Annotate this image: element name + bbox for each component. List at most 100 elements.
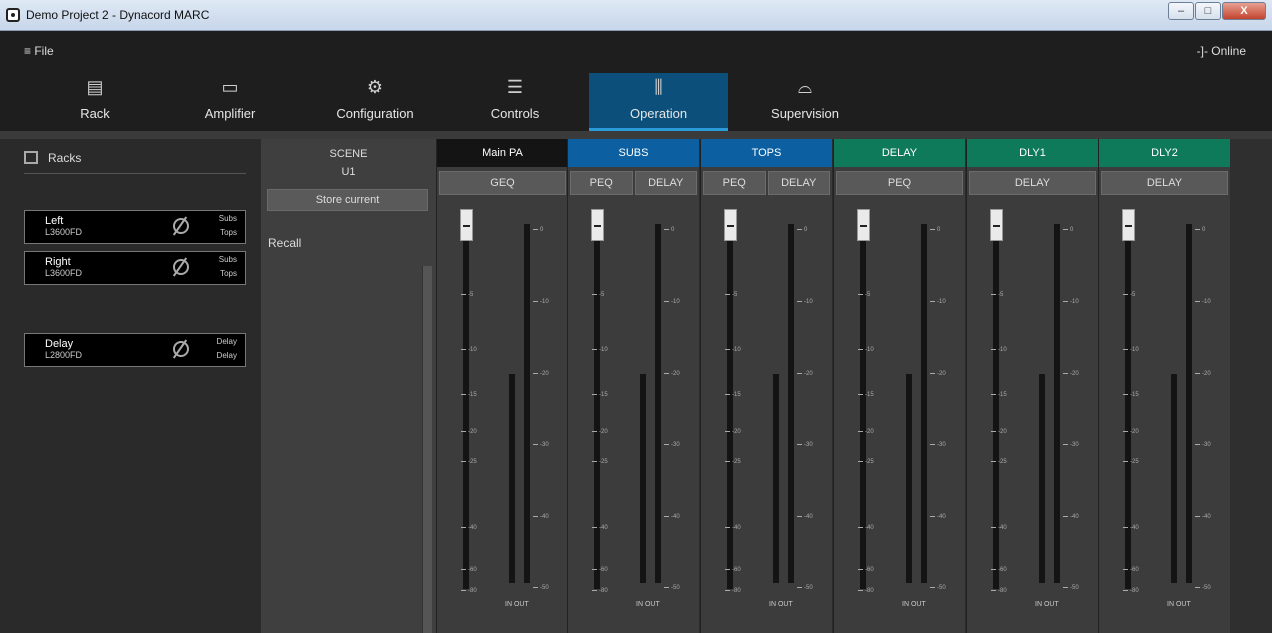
meter-in-out-label: IN OUT — [902, 601, 926, 608]
fader-scale-label: -80 — [592, 588, 608, 594]
fader-scale-label: -5 — [858, 292, 870, 298]
fader-knob[interactable] — [990, 209, 1003, 241]
gear-icon: ⚙ — [366, 76, 384, 97]
scene-panel: SCENE U1 Store current Recall — [261, 139, 436, 633]
channel-peq-button[interactable]: PEQ — [570, 171, 633, 195]
fader-knob[interactable] — [1122, 209, 1135, 241]
meter-in — [509, 374, 515, 583]
rack-item-left[interactable]: Left L3600FD Subs Tops — [24, 210, 246, 244]
fader-scale-label: -60 — [1123, 567, 1139, 573]
meter-scale-label: -20 — [1195, 371, 1211, 377]
channel-geq-button[interactable]: GEQ — [439, 171, 566, 195]
fader-scale-label: -5 — [725, 292, 737, 298]
fader-track — [594, 219, 600, 589]
channel-name[interactable]: DLY1 — [967, 139, 1098, 167]
meter-scale-label: -30 — [533, 442, 549, 448]
online-status[interactable]: -]- Online — [1197, 44, 1246, 58]
channel-delay-button[interactable]: DELAY — [767, 171, 830, 195]
fader-scale-label: -15 — [858, 392, 874, 398]
fader-scale-label: -20 — [991, 429, 1007, 435]
fader-scale-label: -15 — [461, 392, 477, 398]
meter-out — [655, 224, 661, 583]
recall-label: Recall — [268, 236, 302, 250]
close-button[interactable]: X — [1222, 2, 1266, 20]
tab-supervision[interactable]: ⌓ Supervision — [745, 73, 865, 131]
meter-scale-label: -30 — [1195, 442, 1211, 448]
fader-scale-label: -25 — [592, 459, 608, 465]
tab-amplifier[interactable]: ▭ Amplifier — [175, 73, 285, 131]
rack-item-right[interactable]: Right L3600FD Subs Tops — [24, 251, 246, 285]
right-padding — [1230, 139, 1272, 633]
channel-strip: SUBSPEQDELAY0-5-10-15-20-25-40-60-800-10… — [567, 139, 699, 633]
channel-name[interactable]: DLY2 — [1099, 139, 1230, 167]
fader-knob[interactable] — [724, 209, 737, 241]
meter-in — [1039, 374, 1045, 583]
rack-item-output-1: Delay — [216, 337, 237, 346]
rack-icon — [24, 151, 38, 164]
fader-scale-label: -5 — [461, 292, 473, 298]
fader-scale-label: -80 — [725, 588, 741, 594]
channel-peq-button[interactable]: PEQ — [836, 171, 963, 195]
channel-name[interactable]: Main PA — [437, 139, 568, 167]
channel-delay-button[interactable]: DELAY — [1101, 171, 1228, 195]
meter-scale-label: -10 — [797, 299, 813, 305]
meter-scale-label: 0 — [533, 227, 543, 233]
scene-scrollbar[interactable] — [422, 266, 432, 633]
meter-scale-label: -40 — [797, 514, 813, 520]
fader-scale-label: -10 — [461, 347, 477, 353]
fader-scale-label: -80 — [461, 588, 477, 594]
tab-rack[interactable]: ▤ Rack — [40, 73, 150, 131]
rack-item-output-2: Tops — [220, 269, 237, 278]
tab-configuration-label: Configuration — [336, 106, 414, 121]
rack-item-output-1: Subs — [218, 255, 237, 264]
fader-scale-label: -10 — [725, 347, 741, 353]
tab-configuration[interactable]: ⚙ Configuration — [315, 73, 435, 131]
rack-item-output-2: Tops — [220, 228, 237, 237]
channel-name[interactable]: SUBS — [568, 139, 699, 167]
maximize-button[interactable]: □ — [1195, 2, 1221, 20]
meter-scale-label: -40 — [1195, 514, 1211, 520]
meter-scale-label: -50 — [533, 585, 549, 591]
channel-delay-button[interactable]: DELAY — [969, 171, 1096, 195]
fader-scale-label: -10 — [592, 347, 608, 353]
channel-name[interactable]: DELAY — [834, 139, 965, 167]
channel-peq-button[interactable]: PEQ — [703, 171, 766, 195]
meter-in-out-label: IN OUT — [1035, 601, 1059, 608]
channel-delay-button[interactable]: DELAY — [634, 171, 697, 195]
meter-out — [921, 224, 927, 583]
channel-buttons: PEQ DELAY — [703, 171, 830, 195]
minimize-button[interactable]: – — [1168, 2, 1194, 20]
channel-strip: DELAYPEQ0-5-10-15-20-25-40-60-800-10-20-… — [833, 139, 965, 633]
meter-scale-label: -10 — [533, 299, 549, 305]
rack-item-delay[interactable]: Delay L2800FD Delay Delay — [24, 333, 246, 367]
tab-operation[interactable]: ⫼ Operation — [589, 73, 728, 131]
fader-scale-label: -25 — [991, 459, 1007, 465]
channel-buttons: GEQ — [439, 171, 566, 195]
file-menu[interactable]: ≡ File — [24, 44, 54, 58]
meter-scale-label: 0 — [1063, 227, 1073, 233]
store-current-button[interactable]: Store current — [267, 189, 428, 211]
meter-scale-label: -50 — [1195, 585, 1211, 591]
scene-title: SCENE — [329, 148, 368, 160]
fader-track — [860, 219, 866, 589]
tab-operation-label: Operation — [629, 106, 688, 121]
tab-controls[interactable]: ☰ Controls — [460, 73, 570, 131]
meter-scale-label: -40 — [664, 514, 680, 520]
fader-scale-label: -20 — [1123, 429, 1139, 435]
fader-scale-label: -5 — [592, 292, 604, 298]
scene-current: U1 — [341, 166, 356, 178]
meter-in-out-label: IN OUT — [1167, 601, 1191, 608]
rack-item-output-2: Delay — [216, 351, 237, 360]
meter-scale-label: -40 — [930, 514, 946, 520]
channel-name[interactable]: TOPS — [701, 139, 832, 167]
fader-scale-label: -60 — [991, 567, 1007, 573]
racks-header-label: Racks — [48, 151, 82, 165]
rack-item-model: L3600FD — [45, 227, 83, 237]
fader-knob[interactable] — [857, 209, 870, 241]
meter-scale-label: -10 — [664, 299, 680, 305]
fader-track — [1125, 219, 1131, 589]
fader-scale-label: -10 — [858, 347, 874, 353]
fader-knob[interactable] — [591, 209, 604, 241]
fader-knob[interactable] — [460, 209, 473, 241]
meter-scale-label: -50 — [1063, 585, 1079, 591]
